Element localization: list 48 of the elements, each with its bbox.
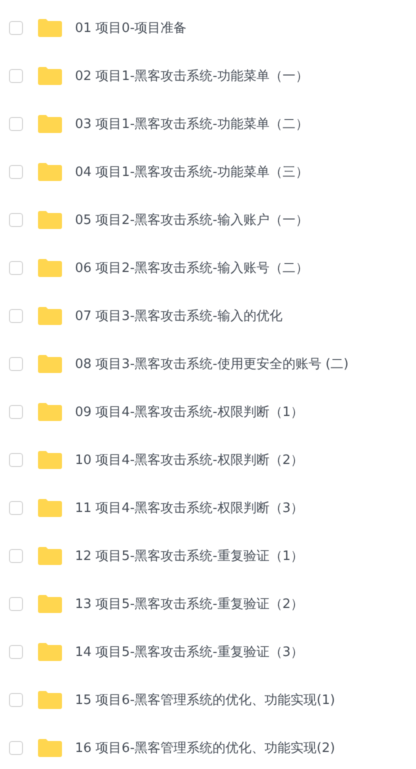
checkbox[interactable] <box>9 597 23 611</box>
folder-icon <box>38 19 62 37</box>
folder-name[interactable]: 15 项目6-黑客管理系统的优化、功能实现(1) <box>75 691 336 709</box>
checkbox[interactable] <box>9 165 23 179</box>
folder-icon <box>38 595 62 613</box>
folder-name[interactable]: 11 项目4-黑客攻击系统-权限判断（3） <box>75 499 304 517</box>
checkbox[interactable] <box>9 741 23 755</box>
folder-name[interactable]: 06 项目2-黑客攻击系统-输入账号（二） <box>75 259 308 277</box>
folder-name[interactable]: 07 项目3-黑客攻击系统-输入的优化 <box>75 307 282 325</box>
checkbox[interactable] <box>9 549 23 563</box>
folder-icon <box>38 403 62 421</box>
checkbox[interactable] <box>9 645 23 659</box>
folder-name[interactable]: 09 项目4-黑客攻击系统-权限判断（1） <box>75 403 304 421</box>
checkbox[interactable] <box>9 309 23 323</box>
folder-name[interactable]: 12 项目5-黑客攻击系统-重复验证（1） <box>75 547 304 565</box>
folder-name[interactable]: 01 项目0-项目准备 <box>75 19 187 37</box>
folder-name[interactable]: 16 项目6-黑客管理系统的优化、功能实现(2) <box>75 739 336 757</box>
folder-name[interactable]: 03 项目1-黑客攻击系统-功能菜单（二） <box>75 115 308 133</box>
folder-icon <box>38 211 62 229</box>
folder-name[interactable]: 14 项目5-黑客攻击系统-重复验证（3） <box>75 643 304 661</box>
folder-icon <box>38 499 62 517</box>
folder-name[interactable]: 05 项目2-黑客攻击系统-输入账户（一） <box>75 211 308 229</box>
checkbox[interactable] <box>9 117 23 131</box>
folder-icon <box>38 643 62 661</box>
folder-icon <box>38 739 62 757</box>
folder-icon <box>38 307 62 325</box>
folder-icon <box>38 451 62 469</box>
checkbox[interactable] <box>9 357 23 371</box>
checkbox[interactable] <box>9 69 23 83</box>
folder-name[interactable]: 08 项目3-黑客攻击系统-使用更安全的账号 (二) <box>75 355 349 373</box>
folder-icon <box>38 691 62 709</box>
folder-icon <box>38 67 62 85</box>
folder-icon <box>38 259 62 277</box>
checkbox[interactable] <box>9 693 23 707</box>
folder-name[interactable]: 13 项目5-黑客攻击系统-重复验证（2） <box>75 595 304 613</box>
folder-icon <box>38 355 62 373</box>
folder-icon <box>38 547 62 565</box>
checkbox[interactable] <box>9 21 23 35</box>
checkbox[interactable] <box>9 453 23 467</box>
folder-name[interactable]: 04 项目1-黑客攻击系统-功能菜单（三） <box>75 163 308 181</box>
checkbox[interactable] <box>9 213 23 227</box>
checkbox[interactable] <box>9 261 23 275</box>
folder-icon <box>38 163 62 181</box>
folder-icon <box>38 115 62 133</box>
folder-name[interactable]: 02 项目1-黑客攻击系统-功能菜单（一） <box>75 67 308 85</box>
checkbox[interactable] <box>9 405 23 419</box>
folder-name[interactable]: 10 项目4-黑客攻击系统-权限判断（2） <box>75 451 304 469</box>
checkbox[interactable] <box>9 501 23 515</box>
